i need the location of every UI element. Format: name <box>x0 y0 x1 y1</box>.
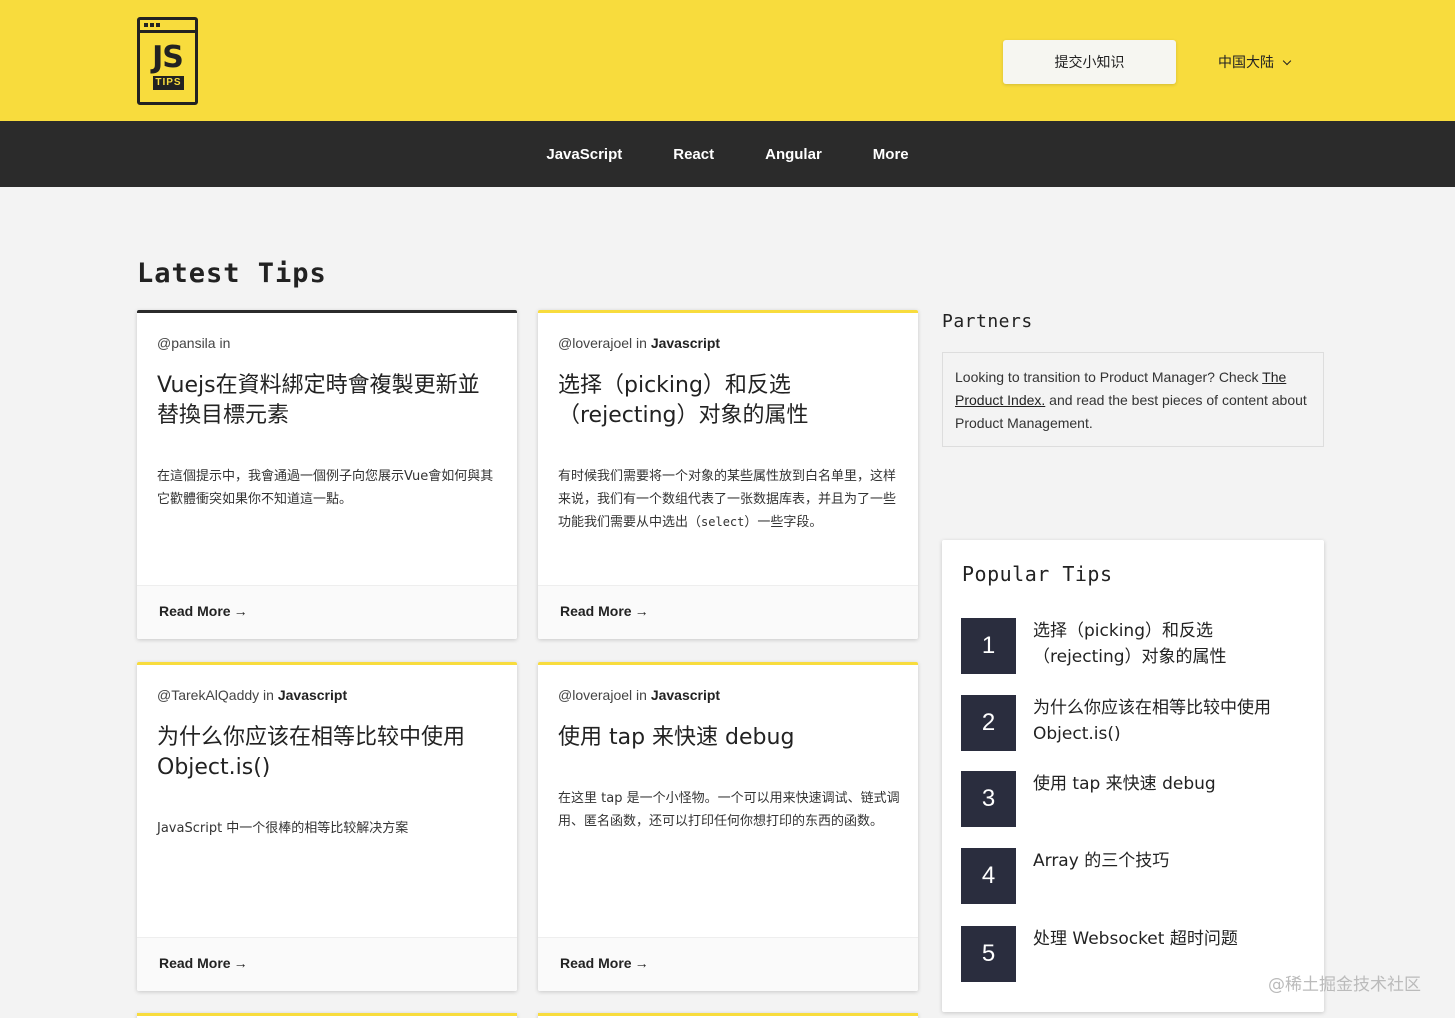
logo-sub: TIPS <box>153 76 184 90</box>
card-footer: Read More → <box>538 585 918 639</box>
in-label: in <box>636 687 647 703</box>
category-nav: JavaScript React Angular More <box>0 121 1455 187</box>
partners-box: Looking to transition to Product Manager… <box>942 352 1324 447</box>
card-description: 在這個提示中，我會通過一個例子向您展示Vue會如何與其它歡體衝突如果你不知道這一… <box>157 469 494 507</box>
card-category[interactable]: Javascript <box>651 335 720 351</box>
author-name[interactable]: @TarekAlQaddy <box>157 687 259 703</box>
card-title[interactable]: 使用 tap 来快速 debug <box>558 723 898 753</box>
card-footer: Read More → <box>137 937 517 991</box>
popular-tip-item[interactable]: 1 选择（picking）和反选（rejecting）对象的属性 <box>961 618 1301 674</box>
popular-tip-title[interactable]: Array 的三个技巧 <box>1033 848 1303 874</box>
card-description: JavaScript 中一个很棒的相等比较解决方案 <box>157 821 409 836</box>
tip-card-partial <box>137 1013 517 1018</box>
author-name[interactable]: @pansila <box>157 335 216 351</box>
popular-tip-item[interactable]: 2 为什么你应该在相等比较中使用 Object.is() <box>961 695 1301 751</box>
header: JS TIPS 提交小知识 中国大陆 <box>0 0 1455 121</box>
popular-tip-title[interactable]: 使用 tap 来快速 debug <box>1033 771 1303 797</box>
popular-tip-title[interactable]: 选择（picking）和反选（rejecting）对象的属性 <box>1033 618 1303 670</box>
card-category[interactable]: Javascript <box>278 687 347 703</box>
js-tips-logo[interactable]: JS TIPS <box>137 17 198 105</box>
author-name[interactable]: @loverajoel <box>558 687 632 703</box>
card-title[interactable]: Vuejs在資料綁定時會複製更新並替換目標元素 <box>157 371 497 431</box>
nav-item-javascript[interactable]: JavaScript <box>521 146 648 163</box>
logo-text: JS <box>152 40 184 75</box>
arrow-right-icon: → <box>634 955 649 971</box>
card-footer: Read More → <box>538 937 918 991</box>
card-author: @pansila in <box>157 335 230 351</box>
arrow-right-icon: → <box>233 603 248 619</box>
arrow-right-icon: → <box>233 955 248 971</box>
in-label: in <box>219 335 231 351</box>
read-more-link[interactable]: Read More → <box>159 955 248 971</box>
inline-code: select <box>701 515 745 529</box>
card-author: @loverajoel in Javascript <box>558 335 720 351</box>
popular-tip-rank: 5 <box>961 926 1016 982</box>
popular-tip-rank: 1 <box>961 618 1016 674</box>
card-author: @TarekAlQaddy in Javascript <box>157 687 347 703</box>
nav-item-more[interactable]: More <box>847 146 934 163</box>
watermark: @稀土掘金技术社区 <box>1268 975 1421 995</box>
read-more-link[interactable]: Read More → <box>560 955 649 971</box>
popular-tip-item[interactable]: 5 处理 Websocket 超时问题 <box>961 926 1301 982</box>
latest-tips-title: Latest Tips <box>137 258 327 289</box>
arrow-right-icon: → <box>634 603 649 619</box>
card-category[interactable]: Javascript <box>651 687 720 703</box>
partners-title: Partners <box>942 311 1033 332</box>
in-label: in <box>263 687 274 703</box>
chevron-down-icon <box>1282 56 1292 65</box>
card-title[interactable]: 为什么你应该在相等比较中使用 Object.is() <box>157 723 497 783</box>
language-selector[interactable]: 中国大陆 <box>1218 52 1292 72</box>
popular-tip-rank: 2 <box>961 695 1016 751</box>
tip-card[interactable]: @pansila in Vuejs在資料綁定時會複製更新並替換目標元素 在這個提… <box>137 310 517 639</box>
popular-tip-item[interactable]: 4 Array 的三个技巧 <box>961 848 1301 904</box>
popular-tip-rank: 3 <box>961 771 1016 827</box>
read-more-link[interactable]: Read More → <box>159 603 248 619</box>
in-label: in <box>636 335 647 351</box>
logo-window-dots <box>144 23 160 27</box>
popular-tip-item[interactable]: 3 使用 tap 来快速 debug <box>961 771 1301 827</box>
card-title[interactable]: 选择（picking）和反选（rejecting）对象的属性 <box>558 371 898 431</box>
popular-tip-title[interactable]: 处理 Websocket 超时问题 <box>1033 926 1303 952</box>
card-author: @loverajoel in Javascript <box>558 687 720 703</box>
popular-tip-rank: 4 <box>961 848 1016 904</box>
nav-item-angular[interactable]: Angular <box>740 146 848 163</box>
popular-tip-title[interactable]: 为什么你应该在相等比较中使用 Object.is() <box>1033 695 1303 747</box>
popular-tips-panel: Popular Tips 1 选择（picking）和反选（rejecting）… <box>942 540 1324 1012</box>
card-description: 有时候我们需要将一个对象的某些属性放到白名单里，这样来说，我们有一个数组代表了一… <box>558 469 897 530</box>
tip-card[interactable]: @TarekAlQaddy in Javascript 为什么你应该在相等比较中… <box>137 662 517 991</box>
popular-tips-title: Popular Tips <box>962 562 1113 586</box>
card-description: 在这里 tap 是一个小怪物。一个可以用来快速调试、链式调用、匿名函数，还可以打… <box>558 791 900 829</box>
author-name[interactable]: @loverajoel <box>558 335 632 351</box>
tip-card[interactable]: @loverajoel in Javascript 使用 tap 来快速 deb… <box>538 662 918 991</box>
language-label: 中国大陆 <box>1218 55 1274 71</box>
tip-card[interactable]: @loverajoel in Javascript 选择（picking）和反选… <box>538 310 918 639</box>
read-more-link[interactable]: Read More → <box>560 603 649 619</box>
tip-card-partial <box>538 1013 918 1018</box>
submit-tip-button[interactable]: 提交小知识 <box>1003 40 1176 84</box>
card-footer: Read More → <box>137 585 517 639</box>
nav-item-react[interactable]: React <box>648 146 740 163</box>
